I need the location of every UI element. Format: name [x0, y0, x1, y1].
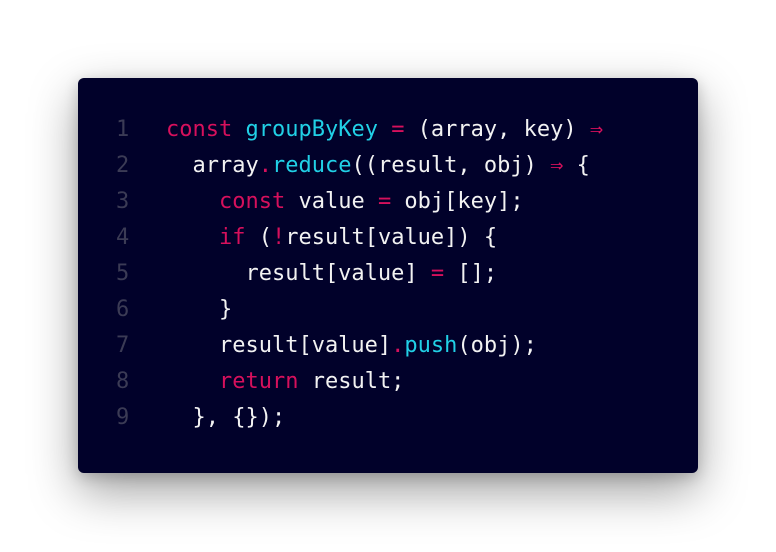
line-number: 4 — [116, 225, 130, 250]
line-number: 9 — [116, 405, 130, 430]
line-number: 5 — [116, 261, 130, 286]
code-token: const — [218, 189, 286, 214]
code-token: obj[key]; — [391, 189, 524, 214]
code-text: if (!result[value]) { — [166, 220, 497, 256]
code-line: 6 } — [78, 292, 698, 328]
code-token: = — [377, 189, 392, 214]
code-token: const — [166, 117, 233, 142]
code-token: groupByKey — [245, 117, 378, 142]
code-token: { — [563, 153, 590, 178]
code-line: 1 const groupByKey = (array, key) ⇒ — [78, 112, 698, 148]
code-text: array.reduce((result, obj) ⇒ { — [166, 148, 590, 184]
code-token: result[value] — [166, 333, 392, 358]
code-token: if — [218, 225, 246, 250]
code-token: (array, key) — [404, 117, 590, 142]
code-token: result; — [298, 369, 405, 394]
code-text: const groupByKey = (array, key) ⇒ — [166, 112, 603, 148]
code-token: ! — [271, 225, 286, 250]
code-token: result[value] — [166, 261, 431, 286]
code-token: = — [430, 261, 445, 286]
code-token: ((result, obj) — [351, 153, 551, 178]
code-token: value — [285, 189, 378, 214]
code-text: return result; — [166, 364, 404, 400]
code-text: } — [166, 292, 232, 328]
code-text: }, {}); — [166, 400, 285, 436]
code-text: const value = obj[key]; — [166, 184, 524, 220]
code-line: 5 result[value] = []; — [78, 256, 698, 292]
code-token: return — [218, 369, 299, 394]
code-token: ⇒ — [550, 153, 564, 178]
code-line: 9 }, {}); — [78, 400, 698, 436]
line-number: 7 — [116, 333, 130, 358]
code-line: 3 const value = obj[key]; — [78, 184, 698, 220]
code-token: = — [391, 117, 405, 142]
line-number: 3 — [116, 189, 130, 214]
code-line: 7 result[value].push(obj); — [78, 328, 698, 364]
code-token: }, {}); — [166, 405, 286, 430]
code-line: 2 array.reduce((result, obj) ⇒ { — [78, 148, 698, 184]
code-snippet-card: 1 const groupByKey = (array, key) ⇒ 2 arra… — [78, 78, 698, 473]
line-number: 8 — [116, 369, 130, 394]
code-token: push — [404, 333, 458, 358]
code-token: []; — [444, 261, 498, 286]
code-line: 8 return result; — [78, 364, 698, 400]
code-token: . — [258, 153, 272, 178]
code-text: result[value].push(obj); — [166, 328, 537, 364]
code-token: } — [166, 297, 233, 322]
line-number: 2 — [116, 153, 130, 178]
code-token: reduce — [271, 153, 352, 178]
code-token: ⇒ — [589, 117, 604, 142]
code-token: result[value]) { — [285, 225, 498, 250]
code-block: 1 const groupByKey = (array, key) ⇒ 2 arra… — [78, 112, 698, 436]
line-number: 6 — [116, 297, 130, 322]
code-text: result[value] = []; — [166, 256, 497, 292]
code-token: (obj); — [457, 333, 537, 358]
code-line: 4 if (!result[value]) { — [78, 220, 698, 256]
code-token: . — [391, 333, 405, 358]
line-number: 1 — [116, 117, 130, 142]
code-token: ( — [245, 225, 272, 250]
code-token: array — [166, 153, 259, 178]
